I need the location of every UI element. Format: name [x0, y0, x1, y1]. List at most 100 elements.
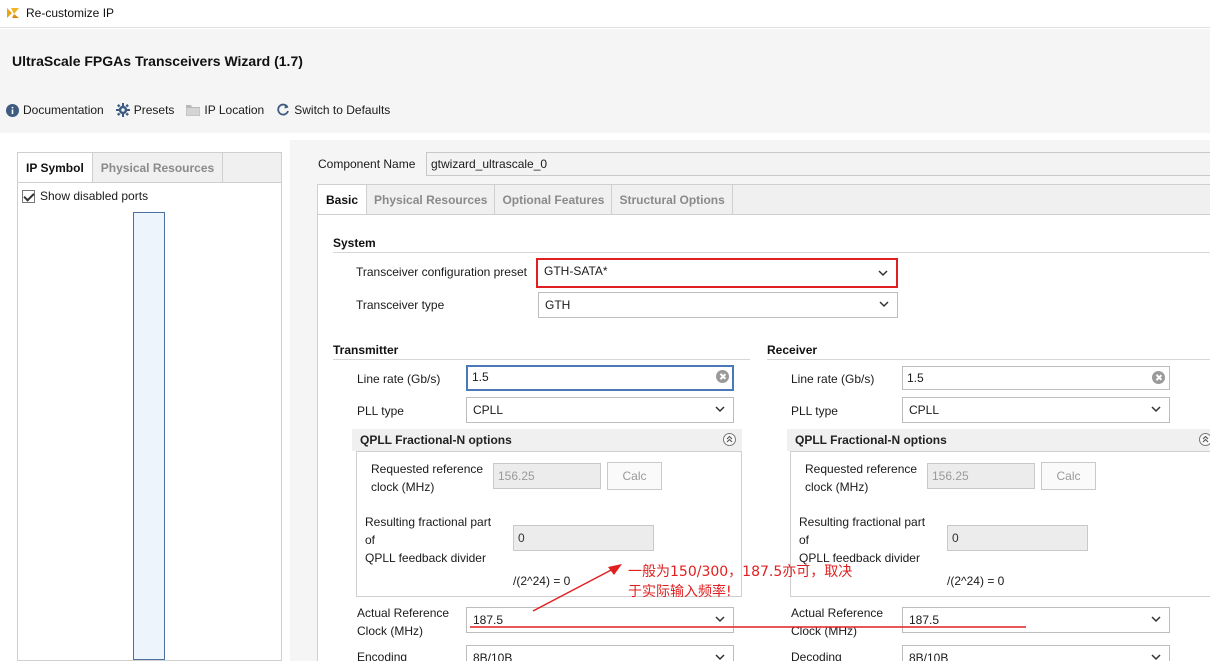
presets-label: Presets: [133, 103, 175, 117]
tx-frac-note: /(2^24) = 0: [513, 574, 571, 588]
rx-pll-type-value: CPLL: [909, 403, 940, 417]
show-disabled-ports-row[interactable]: Show disabled ports: [22, 189, 148, 203]
tx-req-ref-label-2: clock (MHz): [371, 480, 435, 494]
tx-frac-field[interactable]: 0: [513, 525, 654, 551]
rx-pll-type-label: PLL type: [791, 404, 838, 418]
transmitter-divider: [333, 359, 750, 360]
component-name-label: Component Name: [318, 157, 416, 171]
rx-actual-ref-label-2: Clock (MHz): [791, 624, 857, 638]
window-title: Re-customize IP: [26, 6, 115, 20]
ip-location-label: IP Location: [204, 103, 265, 117]
rx-req-ref-label-2: clock (MHz): [805, 480, 869, 494]
tab-structural-options[interactable]: Structural Options: [612, 185, 733, 214]
rx-req-ref-field: 156.25: [927, 463, 1035, 489]
show-disabled-ports-label: Show disabled ports: [40, 189, 149, 203]
chevron-down-icon: [715, 654, 725, 661]
tx-line-rate-input[interactable]: 1.5: [466, 365, 734, 391]
tx-qpll-title: QPLL Fractional-N options: [360, 433, 512, 447]
toolbar: Documentation Presets IP Location Switch…: [6, 103, 402, 117]
transceiver-type-value: GTH: [545, 298, 571, 312]
tab-ip-symbol[interactable]: IP Symbol: [18, 153, 93, 182]
tx-actual-ref-select[interactable]: 187.5: [466, 607, 734, 633]
tab-physical-resources-left[interactable]: Physical Resources: [93, 153, 224, 182]
transceiver-type-select[interactable]: GTH: [538, 292, 898, 318]
rx-frac-label-1: Resulting fractional part: [799, 515, 926, 529]
chevron-down-icon: [879, 301, 889, 308]
chevron-down-icon: [878, 270, 888, 277]
tx-frac-label-3: QPLL feedback divider: [365, 551, 486, 565]
left-panel: IP Symbol Physical Resources Show disabl…: [17, 152, 282, 661]
info-icon: [6, 103, 19, 117]
tx-qpll-header[interactable]: QPLL Fractional-N options: [352, 429, 742, 451]
rx-qpll-title: QPLL Fractional-N options: [795, 433, 947, 447]
rx-decoding-label: Decoding: [791, 650, 842, 661]
wizard-title: UltraScale FPGAs Transceivers Wizard (1.…: [12, 53, 303, 69]
tab-physical-resources[interactable]: Physical Resources: [367, 185, 496, 214]
rx-decoding-select[interactable]: 8B/10B: [902, 645, 1170, 661]
rx-qpll-header[interactable]: QPLL Fractional-N options: [787, 429, 1210, 451]
ip-symbol-block: [133, 212, 165, 660]
annotation-line-2: 于实际输入频率!: [628, 584, 732, 600]
collapse-icon[interactable]: [1199, 433, 1210, 446]
tx-pll-type-label: PLL type: [357, 404, 404, 418]
rx-actual-ref-select[interactable]: 187.5: [902, 607, 1170, 633]
transceiver-type-label: Transceiver type: [356, 298, 445, 312]
tx-encoding-label: Encoding: [357, 650, 408, 661]
tx-frac-label-2: of: [365, 533, 376, 547]
transmitter-section-title: Transmitter: [333, 343, 399, 357]
receiver-divider: [767, 359, 1210, 360]
chevron-down-icon: [1151, 654, 1161, 661]
documentation-button[interactable]: Documentation: [6, 103, 104, 117]
gear-icon: [115, 103, 130, 117]
header: UltraScale FPGAs Transceivers Wizard (1.…: [0, 29, 1210, 133]
documentation-label: Documentation: [23, 103, 104, 117]
tx-line-rate-label: Line rate (Gb/s): [357, 372, 441, 386]
main-tabs: Basic Physical Resources Optional Featur…: [318, 185, 1210, 215]
tx-pll-type-select[interactable]: CPLL: [466, 397, 734, 423]
rx-pll-type-select[interactable]: CPLL: [902, 397, 1170, 423]
tx-actual-ref-label-2: Clock (MHz): [357, 624, 423, 638]
annotation-line-1: 一般为150/300，187.5亦可，取决: [628, 564, 853, 580]
preset-value: GTH-SATA*: [544, 264, 608, 278]
tab-basic[interactable]: Basic: [318, 185, 368, 214]
chevron-down-icon: [1151, 406, 1161, 413]
tx-line-rate-value: 1.5: [472, 370, 489, 384]
clear-icon[interactable]: [716, 370, 729, 383]
preset-label: Transceiver configuration preset: [356, 265, 527, 279]
presets-button[interactable]: Presets: [115, 103, 175, 117]
switch-defaults-label: Switch to Defaults: [294, 103, 391, 117]
collapse-icon[interactable]: [723, 433, 736, 446]
tx-req-ref-label-1: Requested reference: [371, 462, 484, 476]
rx-decoding-value: 8B/10B: [909, 651, 949, 661]
rx-frac-label-2: of: [799, 533, 810, 547]
folder-icon: [186, 105, 201, 116]
tab-optional-features[interactable]: Optional Features: [495, 185, 613, 214]
show-disabled-ports-checkbox[interactable]: [22, 189, 35, 203]
rx-actual-ref-value: 187.5: [909, 613, 940, 627]
title-bar: Re-customize IP: [0, 0, 1210, 28]
tx-actual-ref-label-1: Actual Reference: [357, 606, 450, 620]
rx-frac-field[interactable]: 0: [947, 525, 1088, 551]
tx-req-ref-field: 156.25: [493, 463, 601, 489]
tx-encoding-value: 8B/10B: [473, 651, 513, 661]
refresh-icon: [277, 103, 290, 116]
ip-location-button[interactable]: IP Location: [186, 103, 264, 117]
rx-line-rate-label: Line rate (Gb/s): [791, 372, 875, 386]
receiver-section-title: Receiver: [767, 343, 818, 357]
rx-line-rate-value: 1.5: [907, 371, 924, 385]
rx-actual-ref-label-1: Actual Reference: [791, 606, 884, 620]
preset-select[interactable]: GTH-SATA*: [536, 258, 898, 288]
chevron-down-icon: [715, 406, 725, 413]
rx-line-rate-input[interactable]: 1.5: [902, 366, 1170, 390]
system-section-title: System: [333, 236, 376, 250]
chevron-down-icon: [715, 616, 725, 623]
rx-req-ref-label-1: Requested reference: [805, 462, 918, 476]
rx-calc-button: Calc: [1041, 462, 1096, 490]
tx-actual-ref-value: 187.5: [473, 613, 504, 627]
left-tabs: IP Symbol Physical Resources: [18, 153, 281, 183]
switch-defaults-button[interactable]: Switch to Defaults: [276, 103, 390, 117]
clear-icon[interactable]: [1152, 371, 1165, 384]
component-name-field[interactable]: gtwizard_ultrascale_0: [426, 152, 1210, 176]
tx-calc-button: Calc: [607, 462, 662, 490]
tx-encoding-select[interactable]: 8B/10B: [466, 645, 734, 661]
